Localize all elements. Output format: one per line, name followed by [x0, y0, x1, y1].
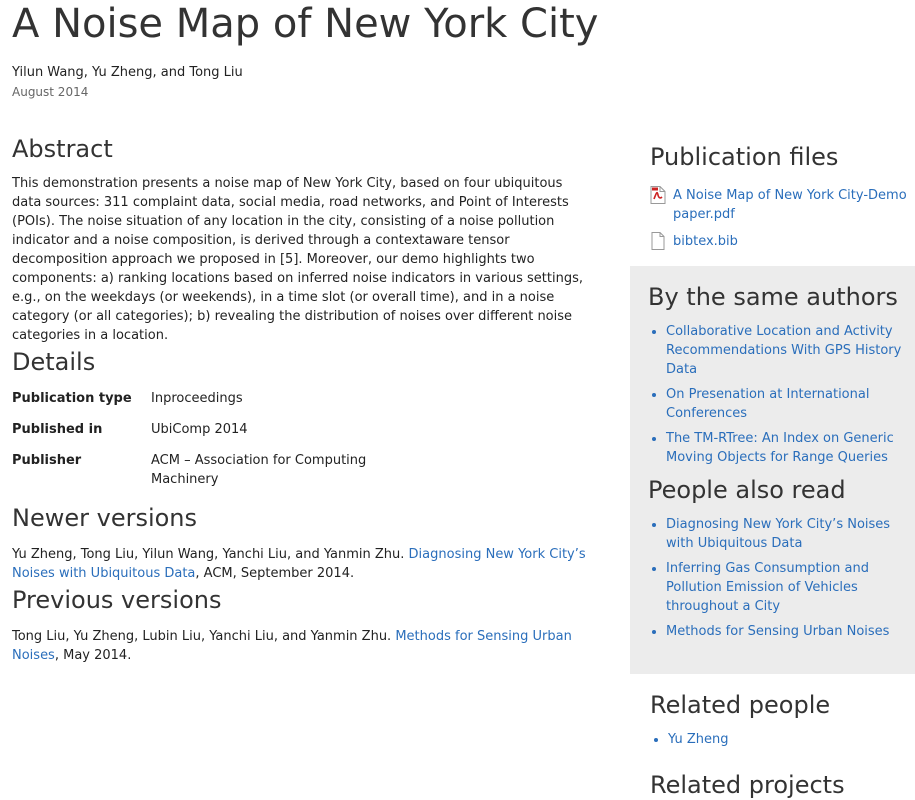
publication-files-heading: Publication files — [650, 143, 839, 171]
related-people-list: Yu Zheng — [650, 730, 910, 749]
same-authors-link[interactable]: Collaborative Location and Activity Reco… — [666, 324, 901, 377]
abstract-text: This demonstration presents a noise map … — [12, 176, 583, 343]
details-value: Inproceedings — [151, 391, 243, 406]
page: A Noise Map of New York City Yilun Wang,… — [0, 0, 915, 800]
related-projects-heading: Related projects — [650, 771, 845, 799]
details-value: UbiComp 2014 — [151, 422, 248, 437]
page-title: A Noise Map of New York City — [12, 1, 599, 47]
same-authors-link[interactable]: On Presenation at International Conferen… — [666, 387, 869, 421]
citation-suffix: , May 2014. — [54, 648, 132, 663]
also-read-link[interactable]: Diagnosing New York City’s Noises with U… — [666, 517, 890, 551]
list-item: Methods for Sensing Urban Noises — [666, 622, 908, 641]
people-also-read-heading: People also read — [648, 476, 846, 504]
same-authors-link[interactable]: The TM-RTree: An Index on Generic Moving… — [666, 431, 894, 465]
details-row: Published in UbiComp 2014 — [12, 420, 391, 451]
previous-version-citation: Tong Liu, Yu Zheng, Lubin Liu, Yanchi Li… — [12, 627, 592, 665]
list-item: Yu Zheng — [668, 730, 910, 749]
related-sidebar-inner: By the same authors Collaborative Locati… — [648, 280, 908, 647]
authors: Yilun Wang, Yu Zheng, and Tong Liu — [12, 65, 243, 80]
details-label: Published in — [12, 422, 103, 437]
related-sidebar-box: By the same authors Collaborative Locati… — [630, 266, 915, 674]
related-person-link[interactable]: Yu Zheng — [668, 732, 728, 747]
file-link-bib[interactable]: bibtex.bib — [673, 234, 738, 249]
list-item: Inferring Gas Consumption and Pollution … — [666, 559, 908, 616]
details-row: Publication type Inproceedings — [12, 389, 391, 420]
related-people-heading: Related people — [650, 691, 831, 719]
publication-files-section: Publication files A Noise Map of New Yor… — [650, 140, 910, 259]
newer-versions-heading: Newer versions — [12, 504, 198, 532]
details-value: ACM – Association for Computing Machiner… — [151, 453, 367, 487]
details-label: Publisher — [12, 453, 82, 468]
list-item: The TM-RTree: An Index on Generic Moving… — [666, 429, 908, 467]
file-link-pdf[interactable]: A Noise Map of New York City-Demo paper.… — [673, 188, 907, 222]
list-item: On Presenation at International Conferen… — [666, 385, 908, 423]
same-authors-heading: By the same authors — [648, 283, 898, 311]
file-item: A Noise Map of New York City-Demo paper.… — [650, 186, 910, 224]
files-list: A Noise Map of New York City-Demo paper.… — [650, 186, 910, 251]
citation-suffix: , ACM, September 2014. — [195, 566, 355, 581]
list-item: Collaborative Location and Activity Reco… — [666, 322, 908, 379]
publication-date: August 2014 — [12, 85, 89, 99]
same-authors-list: Collaborative Location and Activity Reco… — [648, 322, 908, 467]
people-also-read-list: Diagnosing New York City’s Noises with U… — [648, 515, 908, 641]
also-read-link[interactable]: Methods for Sensing Urban Noises — [666, 624, 889, 639]
also-read-link[interactable]: Inferring Gas Consumption and Pollution … — [666, 561, 869, 614]
list-item: Diagnosing New York City’s Noises with U… — [666, 515, 908, 553]
citation-authors: Yu Zheng, Tong Liu, Yilun Wang, Yanchi L… — [12, 547, 409, 562]
newer-version-citation: Yu Zheng, Tong Liu, Yilun Wang, Yanchi L… — [12, 545, 592, 583]
pdf-file-icon — [650, 186, 666, 210]
document-icon — [650, 232, 666, 256]
details-table: Publication type Inproceedings Published… — [12, 389, 391, 501]
details-heading: Details — [12, 348, 96, 376]
related-people-section: Related people Yu Zheng — [650, 688, 910, 755]
previous-versions-heading: Previous versions — [12, 586, 222, 614]
citation-authors: Tong Liu, Yu Zheng, Lubin Liu, Yanchi Li… — [12, 629, 396, 644]
abstract-heading: Abstract — [12, 135, 113, 163]
details-label: Publication type — [12, 391, 132, 406]
file-item: bibtex.bib — [650, 232, 910, 251]
details-row: Publisher ACM – Association for Computin… — [12, 451, 391, 501]
main-content: Abstract This demonstration presents a n… — [12, 132, 592, 665]
related-projects-section: Related projects — [650, 768, 910, 800]
